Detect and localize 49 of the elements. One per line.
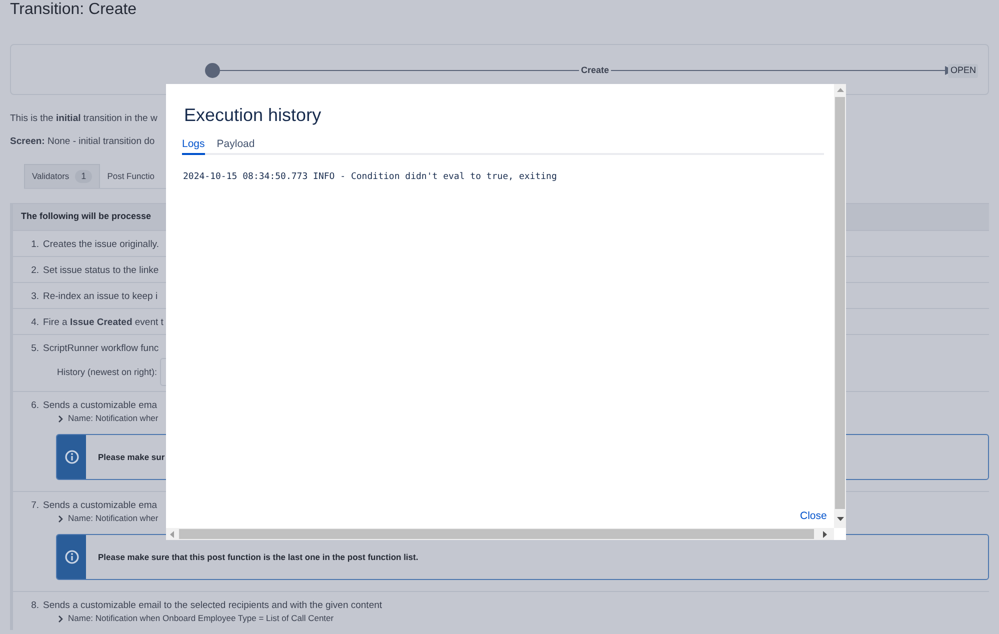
notification-name: Name: Notification when Onboard Employee Type = List of Call Center bbox=[68, 612, 334, 625]
status-badge: OPEN bbox=[948, 64, 978, 78]
start-node bbox=[205, 63, 220, 78]
info-text: Please make sure that this post function is the last one in the post function list. bbox=[98, 550, 418, 564]
tab[interactable]: Validators 1 bbox=[24, 164, 100, 188]
step-number: 2. bbox=[30, 264, 39, 277]
scroll-thumb[interactable] bbox=[835, 97, 845, 509]
page-title: Transition: Create bbox=[10, 0, 137, 20]
screen-text: Screen: None - initial transition do bbox=[10, 135, 155, 148]
step-text: Re-index an issue to keep i bbox=[43, 290, 158, 303]
description-text: This is the initial transition in the w bbox=[10, 112, 158, 125]
scroll-down-icon[interactable] bbox=[836, 517, 844, 521]
log-line: 2024-10-15 08:34:50.773 INFO - Condition didn't eval to true, exiting bbox=[183, 171, 557, 184]
step-number: 1. bbox=[30, 238, 39, 251]
history-label: History (newest on right): bbox=[57, 366, 158, 378]
dialog-tab[interactable]: Logs bbox=[182, 136, 205, 155]
chevron-right-icon[interactable] bbox=[58, 514, 64, 522]
vertical-scrollbar[interactable] bbox=[834, 84, 846, 528]
notification-name: Name: Notification wher bbox=[68, 412, 158, 425]
close-link[interactable]: Close bbox=[800, 509, 827, 525]
chevron-right-icon[interactable] bbox=[58, 414, 64, 422]
scroll-thumb[interactable] bbox=[179, 529, 814, 539]
step-number: 3. bbox=[30, 290, 39, 303]
dialog-tab[interactable]: Payload bbox=[216, 136, 255, 155]
info-icon bbox=[64, 550, 78, 564]
scroll-up-icon[interactable] bbox=[836, 88, 844, 92]
step-number: 5. bbox=[30, 342, 39, 355]
step-number: 6. bbox=[30, 399, 39, 412]
panel-header: The following will be processe bbox=[21, 210, 152, 224]
step-text: Creates the issue originally. bbox=[43, 238, 159, 251]
step-text: Sends a customizable ema bbox=[43, 399, 158, 412]
horizontal-scrollbar[interactable] bbox=[166, 528, 834, 540]
step-text: ScriptRunner workflow func bbox=[43, 342, 159, 355]
info-icon bbox=[64, 450, 78, 464]
tab[interactable]: Post Functio bbox=[100, 164, 162, 188]
step-text: Set issue status to the linke bbox=[43, 264, 159, 277]
step-text: Sends a customizable email to the selected recipients and with the given content bbox=[43, 599, 382, 612]
scroll-right-icon[interactable] bbox=[823, 530, 827, 538]
count-badge: 1 bbox=[75, 170, 92, 184]
step-text: Sends a customizable ema bbox=[43, 499, 158, 512]
step-number: 7. bbox=[30, 499, 39, 512]
scroll-left-icon[interactable] bbox=[170, 530, 174, 538]
step-text: Fire a Issue Created event t bbox=[43, 316, 164, 329]
dialog-title: Execution history bbox=[184, 104, 322, 127]
step-number: 4. bbox=[30, 316, 39, 329]
step-number: 8. bbox=[30, 599, 39, 612]
info-text: Please make sur bbox=[98, 450, 165, 464]
notification-name: Name: Notification wher bbox=[68, 512, 158, 525]
chevron-right-icon[interactable] bbox=[58, 614, 64, 622]
